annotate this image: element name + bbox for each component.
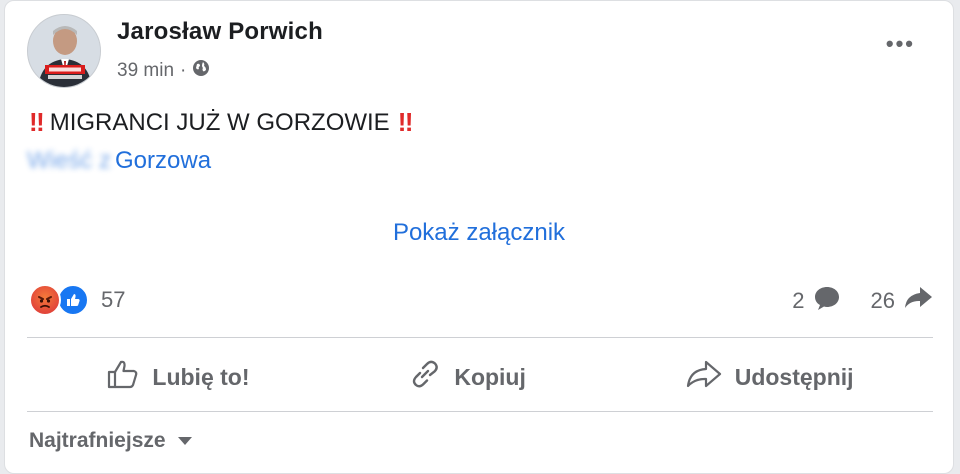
post-actions-bar: Lubię to! Kopiuj Udostępnij bbox=[27, 343, 933, 411]
post-meta: 39 min · bbox=[117, 59, 210, 83]
share-arrow-icon bbox=[903, 285, 933, 317]
post-time[interactable]: 39 min bbox=[117, 60, 174, 82]
author-name[interactable]: Jarosław Porwich bbox=[117, 18, 323, 46]
more-options-button[interactable]: ••• bbox=[886, 31, 915, 57]
copy-button-label: Kopiuj bbox=[454, 363, 526, 390]
meta-separator: · bbox=[180, 60, 187, 81]
like-button-label: Lubię to! bbox=[152, 363, 250, 390]
shared-link-blurred-text: Wieść z bbox=[27, 147, 111, 174]
comment-sort-dropdown[interactable]: Najtrafniejsze bbox=[29, 429, 194, 453]
share-button-label: Udostępnij bbox=[734, 363, 854, 390]
copy-button[interactable]: Kopiuj bbox=[392, 350, 542, 404]
shared-link-text[interactable]: Gorzowa bbox=[115, 147, 211, 174]
comment-bubble-icon bbox=[813, 285, 841, 317]
share-button[interactable]: Udostępnij bbox=[669, 350, 870, 404]
reactions-summary[interactable]: 57 bbox=[29, 284, 125, 316]
globe-icon bbox=[192, 59, 210, 83]
post-message-text: MIGRANCI JUŻ W GORZOWIE bbox=[49, 108, 390, 136]
like-button[interactable]: Lubię to! bbox=[90, 350, 265, 404]
link-chain-icon bbox=[408, 358, 442, 396]
thumbs-up-icon bbox=[106, 358, 140, 396]
shared-link[interactable]: Wieść z Gorzowa bbox=[27, 147, 211, 175]
caret-down-icon bbox=[176, 429, 194, 453]
double-exclamation-icon: ‼ bbox=[397, 107, 414, 137]
like-icon bbox=[57, 284, 89, 316]
comments-count[interactable]: 2 bbox=[792, 288, 804, 314]
shares-count[interactable]: 26 bbox=[871, 288, 895, 314]
divider bbox=[27, 337, 933, 338]
author-avatar[interactable] bbox=[27, 14, 101, 88]
divider bbox=[27, 411, 933, 412]
reactions-count: 57 bbox=[101, 287, 126, 312]
double-exclamation-icon: ‼ bbox=[29, 107, 45, 137]
show-attachment-link[interactable]: Pokaż załącznik bbox=[5, 219, 953, 247]
share-icon bbox=[685, 358, 723, 396]
angry-icon bbox=[29, 284, 61, 316]
post-card: Jarosław Porwich 39 min · ••• ‼ MIGRANCI… bbox=[4, 0, 954, 474]
comment-sort-label: Najtrafniejsze bbox=[29, 429, 166, 452]
engagement-counts: 2 26 bbox=[792, 285, 933, 317]
avatar-photo bbox=[28, 15, 100, 87]
post-message: ‼ MIGRANCI JUŻ W GORZOWIE ‼ bbox=[29, 107, 414, 138]
